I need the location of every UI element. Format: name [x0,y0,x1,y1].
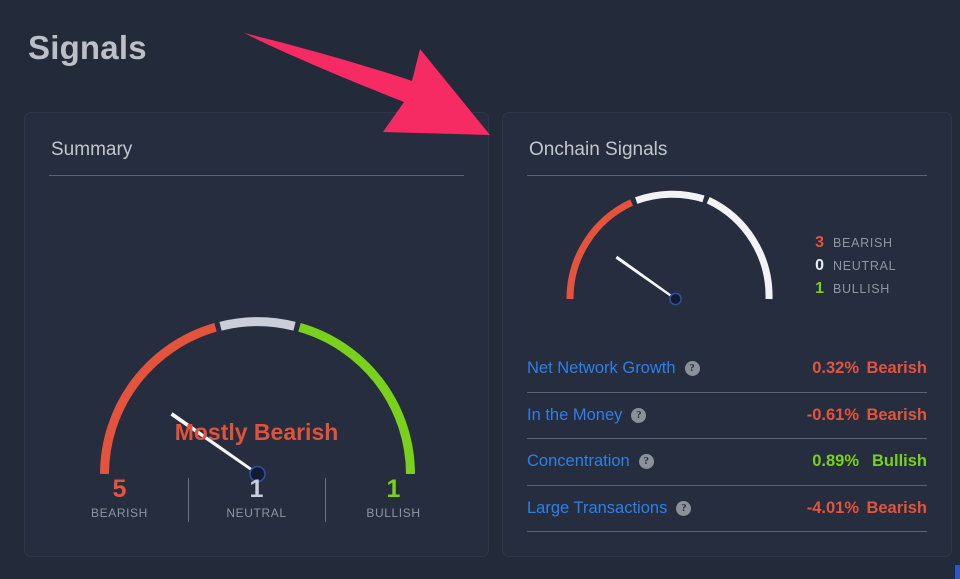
onchain-gauge-legend: 3 BEARISH 0 NEUTRAL 1 BULLISH [808,234,896,303]
scrollbar-fragment[interactable] [955,565,960,579]
signal-row-net-network-growth[interactable]: Net Network Growth ? 0.32% Bearish [527,346,927,393]
signal-direction: Bearish [866,405,927,424]
count-bullish-label: BULLISH [366,506,421,520]
onchain-gauge-segment-bullish [706,197,773,300]
onchain-gauge-needle [615,255,676,301]
summary-status: Mostly Bearish [174,419,339,445]
onchain-gauge-hub [669,292,682,306]
legend-row-bullish: 1 BULLISH [808,280,896,303]
signals-page: Signals Summary Mostly Bearish 5 BEARISH… [0,0,960,579]
legend-bearish-value: 3 [815,234,824,251]
signal-name-link[interactable]: Net Network Growth ? [527,359,700,378]
count-bullish-value: 1 [386,475,401,503]
signal-row-large-transactions[interactable]: Large Transactions ? -4.01% Bearish [527,486,927,532]
onchain-gauge-segment-neutral [635,190,705,204]
signal-direction: Bearish [866,359,927,378]
count-neutral-label: NEUTRAL [226,506,287,520]
help-icon[interactable]: ? [684,361,700,377]
onchain-signal-list: Net Network Growth ? 0.32% Bearish In th… [527,346,927,532]
count-neutral: 1 NEUTRAL [188,475,325,522]
summary-title-divider [49,175,464,176]
onchain-gauge [563,185,788,312]
onchain-title-divider [527,175,927,176]
summary-card-title: Summary [51,139,133,160]
count-bearish-label: BEARISH [91,506,148,520]
signal-row-concentration[interactable]: Concentration ? 0.89% Bullish [527,439,927,486]
signal-name-text: In the Money [527,405,623,424]
help-icon[interactable]: ? [631,407,647,423]
legend-neutral-label: NEUTRAL [833,259,897,273]
signal-direction: Bullish [871,452,927,471]
signal-name-text: Net Network Growth [527,359,676,378]
legend-bearish-label: BEARISH [833,236,893,250]
gauge-segment-bearish [100,322,217,475]
signal-percent: 0.32% [812,359,859,378]
legend-neutral-value: 0 [815,257,824,274]
count-bearish-value: 5 [112,475,127,503]
legend-row-bearish: 3 BEARISH [808,234,896,257]
signal-values: 0.89% Bullish [793,452,927,471]
signal-values: -0.61% Bearish [793,406,927,425]
signal-name-text: Large Transactions [527,498,668,517]
legend-bullish-label: BULLISH [833,282,891,296]
summary-card: Summary Mostly Bearish 5 BEARISH 1 NEUTR… [24,112,489,557]
onchain-gauge-segment-bearish [566,199,634,300]
signal-percent: 0.89% [812,452,859,471]
signal-percent: -0.61% [806,405,859,424]
help-icon[interactable]: ? [676,500,692,516]
signal-row-in-the-money[interactable]: In the Money ? -0.61% Bearish [527,393,927,439]
count-neutral-value: 1 [249,475,264,503]
signal-name-text: Concentration [527,452,630,471]
signal-name-link[interactable]: Concentration ? [527,452,654,471]
signal-name-link[interactable]: In the Money ? [527,405,647,425]
onchain-signals-card: Onchain Signals 3 BEARISH 0 NEUTRAL 1 BU… [502,112,952,557]
help-icon[interactable]: ? [638,454,654,470]
count-bullish: 1 BULLISH [325,475,462,522]
summary-gauge [95,309,420,489]
legend-row-neutral: 0 NEUTRAL [808,257,896,280]
signal-direction: Bearish [866,498,927,517]
onchain-card-title: Onchain Signals [529,139,668,160]
count-bearish: 5 BEARISH [51,475,188,520]
legend-bullish-value: 1 [815,280,824,297]
page-title: Signals [28,29,147,66]
signal-values: -4.01% Bearish [793,499,927,518]
signal-values: 0.32% Bearish [793,359,927,378]
gauge-segment-bullish [298,322,415,475]
summary-counts: 5 BEARISH 1 NEUTRAL 1 BULLISH [51,475,462,522]
signal-percent: -4.01% [806,498,859,517]
gauge-segment-neutral [219,317,296,331]
signal-name-link[interactable]: Large Transactions ? [527,498,692,518]
